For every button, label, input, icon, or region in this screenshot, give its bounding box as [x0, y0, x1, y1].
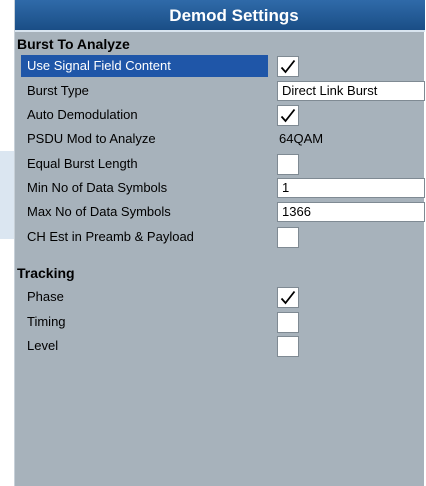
ch-est-checkbox[interactable]	[277, 227, 299, 248]
background-band	[0, 151, 14, 239]
psdu-mod-value: 64QAM	[279, 131, 324, 146]
burst-type-row[interactable]: Burst Type Direct Link Burst	[21, 80, 425, 102]
min-data-symbols-field[interactable]: 1	[277, 178, 425, 198]
equal-burst-length-label: Equal Burst Length	[27, 156, 138, 171]
section-heading-tracking: Tracking	[17, 265, 75, 281]
section-heading-burst-to-analyze: Burst To Analyze	[17, 36, 130, 52]
dialog-title: Demod Settings	[15, 0, 425, 32]
psdu-mod-label: PSDU Mod to Analyze	[27, 131, 156, 146]
phase-row[interactable]: Phase	[21, 286, 425, 308]
checkmark-icon	[280, 290, 296, 305]
psdu-mod-row: PSDU Mod to Analyze 64QAM	[21, 128, 425, 150]
use-signal-field-content-checkbox[interactable]	[277, 56, 299, 77]
equal-burst-length-row[interactable]: Equal Burst Length	[21, 153, 425, 175]
demod-settings-dialog: Demod Settings Burst To Analyze Use Sign…	[14, 0, 425, 486]
timing-checkbox[interactable]	[277, 312, 299, 333]
max-data-symbols-label: Max No of Data Symbols	[27, 204, 171, 219]
max-data-symbols-field[interactable]: 1366	[277, 202, 425, 222]
level-row[interactable]: Level	[21, 335, 425, 357]
ch-est-row[interactable]: CH Est in Preamb & Payload	[21, 226, 425, 248]
phase-label: Phase	[27, 289, 64, 304]
burst-type-label: Burst Type	[27, 83, 89, 98]
use-signal-field-content-label: Use Signal Field Content	[21, 55, 268, 77]
ch-est-label: CH Est in Preamb & Payload	[27, 229, 194, 244]
max-data-symbols-row[interactable]: Max No of Data Symbols 1366	[21, 201, 425, 223]
use-signal-field-content-row[interactable]: Use Signal Field Content	[21, 55, 425, 77]
min-data-symbols-row[interactable]: Min No of Data Symbols 1	[21, 177, 425, 199]
level-label: Level	[27, 338, 59, 353]
equal-burst-length-checkbox[interactable]	[277, 154, 299, 175]
auto-demodulation-checkbox[interactable]	[277, 105, 299, 126]
level-checkbox[interactable]	[277, 336, 299, 357]
burst-type-field[interactable]: Direct Link Burst	[277, 81, 425, 101]
checkmark-icon	[280, 108, 296, 123]
phase-checkbox[interactable]	[277, 287, 299, 308]
auto-demodulation-label: Auto Demodulation	[27, 107, 138, 122]
timing-row[interactable]: Timing	[21, 311, 425, 333]
timing-label: Timing	[27, 314, 66, 329]
auto-demodulation-row[interactable]: Auto Demodulation	[21, 104, 425, 126]
min-data-symbols-label: Min No of Data Symbols	[27, 180, 168, 195]
checkmark-icon	[280, 59, 296, 74]
